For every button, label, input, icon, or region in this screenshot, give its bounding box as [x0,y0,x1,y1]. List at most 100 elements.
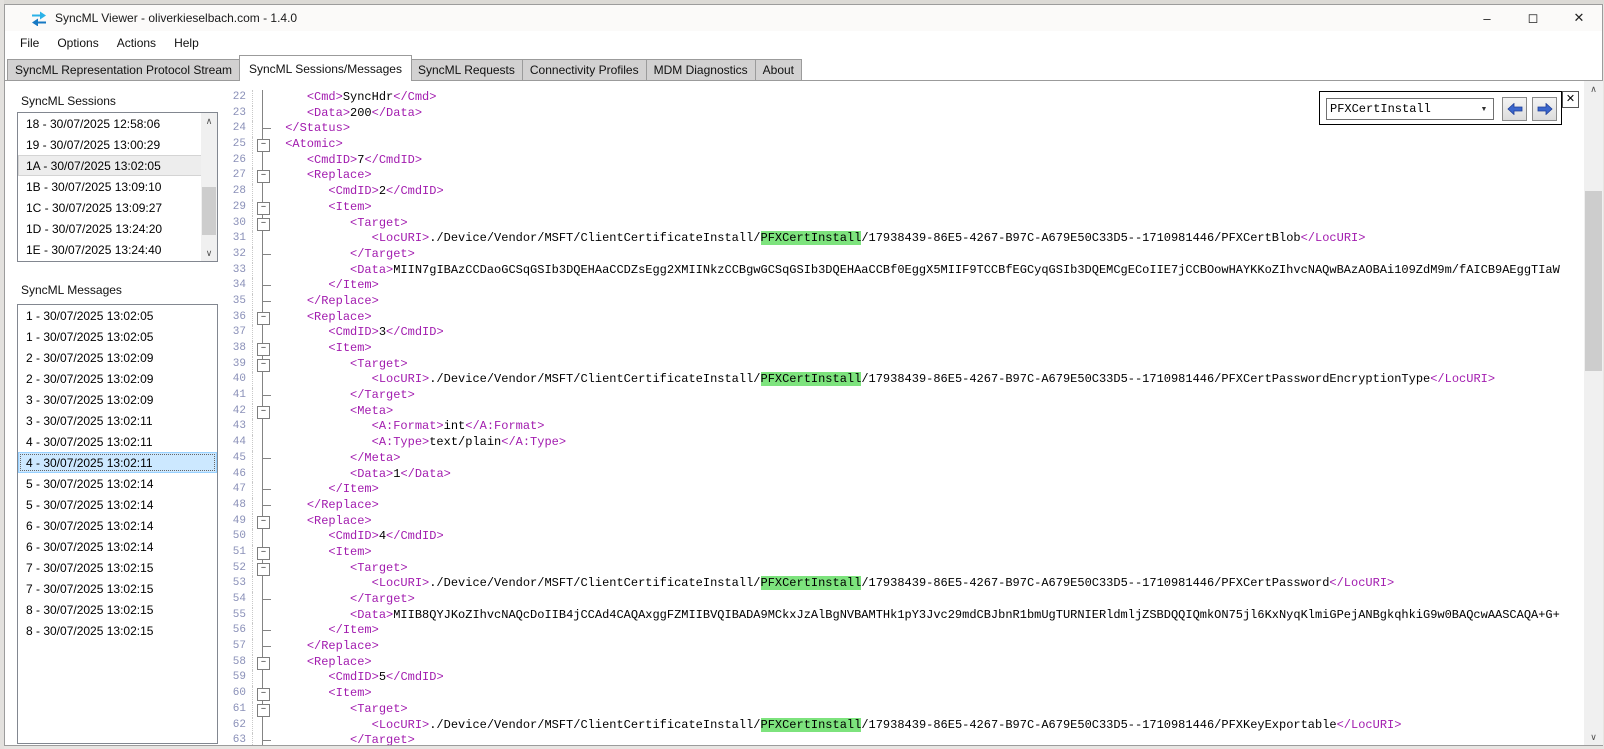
message-list-item[interactable]: 7 - 30/07/2025 13:02:15 [18,557,217,578]
message-list-item[interactable]: 5 - 30/07/2025 13:02:14 [18,473,217,494]
sessions-label: SyncML Sessions [21,94,116,108]
session-list-item[interactable]: 18 - 30/07/2025 12:58:06 [18,113,217,134]
xml-tag: </CmdID> [386,325,444,340]
combo-dropdown-icon[interactable]: ▼ [1476,106,1492,113]
menu-item-file[interactable]: File [11,33,48,53]
line-number: 46 [223,466,253,483]
xml-tag: <LocURI> [371,717,430,732]
fold-toggle[interactable] [253,137,273,153]
menu-item-options[interactable]: Options [48,33,107,53]
fold-toggle[interactable] [253,544,273,561]
xml-tag: <Item> [328,341,372,355]
message-list-item[interactable]: 3 - 30/07/2025 13:02:09 [18,389,217,410]
line-number: 59 [223,670,253,687]
fold-toggle[interactable] [253,560,273,577]
code-line: 61 <Target> [223,701,1584,718]
fold-toggle[interactable] [253,341,273,357]
code-text: <Item> [273,341,1584,357]
sessions-scrollbar[interactable]: ∧ ∨ [201,113,217,261]
find-next-button[interactable] [1532,97,1557,121]
message-list-item[interactable]: 5 - 30/07/2025 13:02:14 [18,494,217,515]
message-list-item[interactable]: 2 - 30/07/2025 13:02:09 [18,368,217,389]
tab-connectivity-profiles[interactable]: Connectivity Profiles [522,59,647,81]
code-line: 47 </Item> [223,482,1584,498]
menu-item-help[interactable]: Help [165,33,208,53]
code-text: </Replace> [273,294,1584,310]
code-line: 45 </Meta> [223,450,1584,467]
message-list-item[interactable]: 6 - 30/07/2025 13:02:14 [18,536,217,557]
code-text: <Item> [273,200,1584,216]
fold-toggle[interactable] [253,513,273,530]
xml-tag: <Target> [350,215,408,230]
session-list-item[interactable]: 1B - 30/07/2025 13:09:10 [18,176,217,197]
tab-mdm-diagnostics[interactable]: MDM Diagnostics [646,59,756,81]
code-line: 37 <CmdID>3</CmdID> [223,325,1584,341]
code-text: <Data>1</Data> [350,466,451,481]
find-close-button[interactable]: ✕ [1562,91,1579,108]
xml-tag: <Replace> [306,654,372,669]
scrollbar-thumb[interactable] [202,187,216,235]
syncml-code-editor[interactable]: 22 <Cmd>SyncHdr</Cmd> 23 <Data>200</Data>… [223,81,1603,745]
message-list-item[interactable]: 4 - 30/07/2025 13:02:11 [18,431,217,452]
line-number: 44 [223,435,253,451]
code-line: 42 <Meta> [223,403,1584,420]
code-text: <Target> [273,561,1584,577]
xml-tag: <Meta> [350,403,394,418]
fold-toggle[interactable] [253,686,273,702]
scrollbar-thumb[interactable] [1585,191,1602,371]
message-list-item[interactable]: 2 - 30/07/2025 13:02:09 [18,347,217,368]
tab-about[interactable]: About [755,59,802,81]
message-list-item[interactable]: 8 - 30/07/2025 13:02:15 [18,620,217,641]
code-text: <Replace> [273,655,1584,671]
find-previous-button[interactable] [1502,97,1527,121]
line-number: 37 [223,325,253,341]
xml-tag: </Replace> [306,639,379,654]
fold-guide [253,246,273,263]
message-list-item[interactable]: 7 - 30/07/2025 13:02:15 [18,578,217,599]
message-list-item[interactable]: 1 - 30/07/2025 13:02:05 [18,305,217,326]
scroll-up-icon[interactable]: ∧ [201,113,217,129]
fold-toggle[interactable] [253,654,273,671]
fold-guide [253,388,273,404]
session-list-item[interactable]: 1A - 30/07/2025 13:02:05 [18,155,217,176]
window-title: SyncML Viewer - oliverkieselbach.com - 1… [55,11,298,25]
fold-toggle[interactable] [253,199,273,216]
fold-toggle[interactable] [253,356,273,373]
code-line: 33 <Data>MIIN7gIBAzCCDaoGCSqGSIb3DQEHAaC… [223,262,1584,279]
tab-syncml-requests[interactable]: SyncML Requests [410,59,523,81]
code-text: <Target> [273,357,1584,373]
fold-guide [253,482,273,498]
search-combo: ▼ [1326,98,1494,120]
message-list-item[interactable]: 1 - 30/07/2025 13:02:05 [18,326,217,347]
minimize-button[interactable]: – [1464,5,1510,31]
tab-syncml-representation-protocol-stream[interactable]: SyncML Representation Protocol Stream [7,59,240,81]
session-list-item[interactable]: 1C - 30/07/2025 13:09:27 [18,197,217,218]
session-list-item[interactable]: 1E - 30/07/2025 13:24:40 [18,239,217,260]
message-list-item[interactable]: 6 - 30/07/2025 13:02:14 [18,515,217,536]
session-list-item[interactable]: 1D - 30/07/2025 13:24:20 [18,218,217,239]
close-button[interactable]: ✕ [1556,5,1602,31]
fold-guide [253,231,273,247]
maximize-button[interactable]: ◻ [1510,5,1556,31]
message-list-item[interactable]: 8 - 30/07/2025 13:02:15 [18,599,217,620]
session-list-item[interactable]: 19 - 30/07/2025 13:00:29 [18,134,217,155]
message-list-item[interactable]: 4 - 30/07/2025 13:02:11 [18,452,217,473]
xml-tag: </Target> [350,733,415,745]
scroll-down-icon[interactable]: ∨ [201,245,217,261]
xml-tag: <Item> [328,686,372,701]
fold-toggle[interactable] [253,403,273,420]
fold-toggle[interactable] [253,701,273,718]
fold-toggle[interactable] [253,309,273,326]
fold-toggle[interactable] [253,215,273,232]
scroll-up-icon[interactable]: ∧ [1584,81,1603,97]
menu-item-actions[interactable]: Actions [108,33,165,53]
fold-guide [253,450,273,467]
fold-toggle[interactable] [253,168,273,184]
message-list-item[interactable]: 3 - 30/07/2025 13:02:11 [18,410,217,431]
code-text: <Replace> [273,514,1584,530]
title-bar: SyncML Viewer - oliverkieselbach.com - 1… [5,5,1602,31]
editor-scrollbar[interactable]: ∧ ∨ [1584,81,1603,745]
scroll-down-icon[interactable]: ∨ [1584,729,1603,745]
search-input[interactable] [1330,100,1476,118]
tab-syncml-sessions-messages[interactable]: SyncML Sessions/Messages [239,55,412,81]
